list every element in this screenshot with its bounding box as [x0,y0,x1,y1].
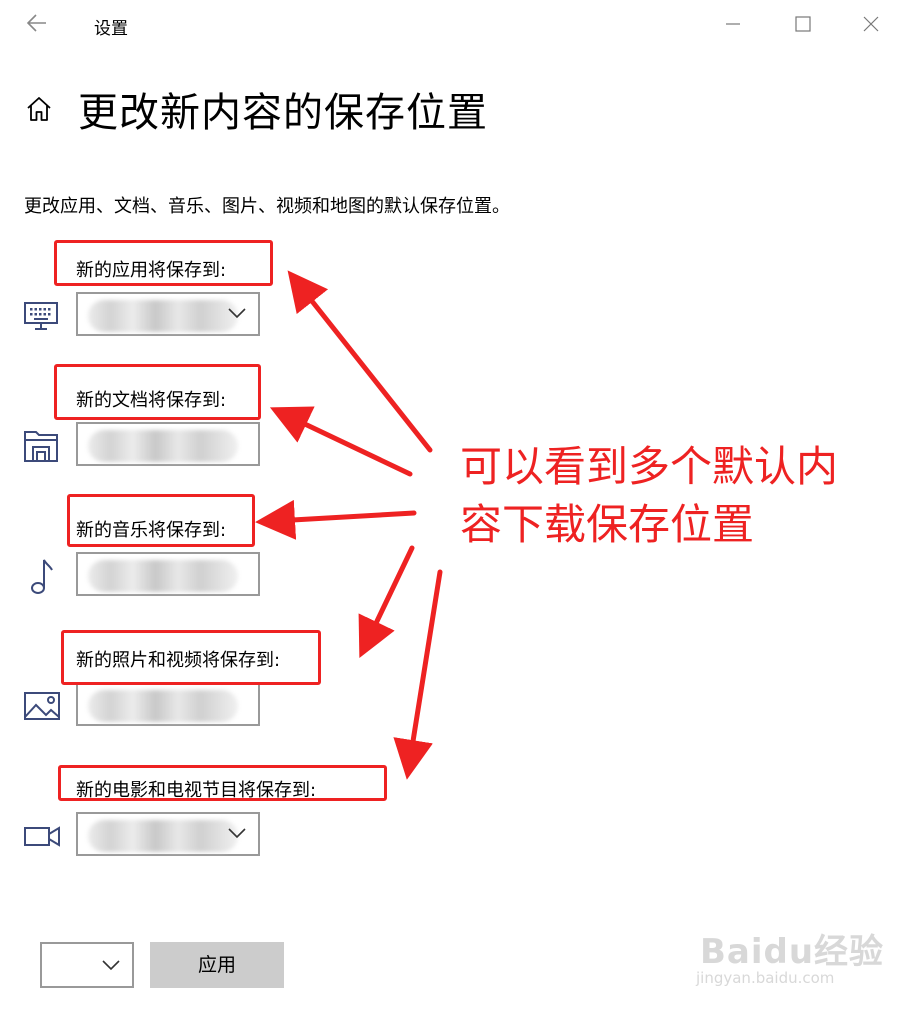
chevron-down-icon [102,958,120,972]
maps-region-select[interactable] [40,942,134,988]
annotation-text: 可以看到多个默认内 容下载保存位置 [460,438,900,554]
arrow-to-documents [269,406,413,477]
baidu-watermark: Baidu经验 jingyan.baidu.com [696,924,885,987]
annotation-text-line2: 容下载保存位置 [460,500,755,549]
apply-button[interactable]: 应用 [150,942,284,988]
arrow-to-music [255,499,417,540]
arrow-to-photos-videos [358,545,415,659]
arrow-to-movies-tv [393,569,443,780]
watermark-brand: Baidu经验 [700,932,885,972]
annotation-text-line1: 可以看到多个默认内 [460,442,839,491]
arrow-to-apps [287,270,433,453]
